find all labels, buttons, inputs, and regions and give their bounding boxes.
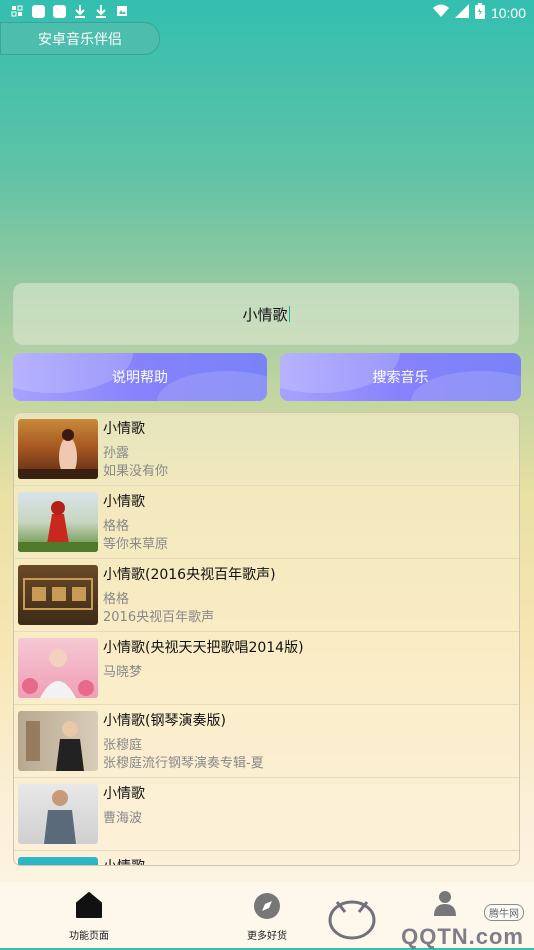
- song-row[interactable]: 小情歌 曹海波: [14, 778, 519, 851]
- song-title: 小情歌(2016央视百年歌声): [103, 567, 276, 583]
- square-icon: [52, 4, 66, 18]
- album-cover: [18, 419, 98, 479]
- search-input[interactable]: 小情歌: [13, 283, 519, 345]
- nav-more-label: 更多好货: [247, 931, 287, 942]
- song-row[interactable]: 小情歌 格格 等你来草原: [14, 486, 519, 559]
- song-row[interactable]: 小情歌 孙露 如果没有你: [14, 413, 519, 486]
- song-artist: 孙露: [103, 446, 130, 461]
- song-row[interactable]: 小情歌(央视天天把歌唱2014版) 马晓梦: [14, 632, 519, 705]
- song-album: 张穆庭流行钢琴演奏专辑-夏: [103, 756, 264, 771]
- song-artist: 格格: [103, 519, 130, 534]
- song-row[interactable]: 小情歌(钢琴演奏版) 张穆庭 张穆庭流行钢琴演奏专辑-夏: [14, 705, 519, 778]
- song-title: 小情歌: [103, 421, 145, 437]
- square-icon: [31, 4, 45, 18]
- song-title: 小情歌(钢琴演奏版): [103, 713, 226, 729]
- image-icon: [115, 4, 129, 18]
- album-cover: [18, 711, 98, 771]
- song-artist: 格格: [103, 592, 130, 607]
- notification-icons: [10, 4, 129, 18]
- watermark: 腾牛网 QQTN.com: [325, 890, 530, 949]
- download-icon: [73, 4, 87, 18]
- status-time: 10:00: [490, 5, 526, 21]
- search-music-button-label: 搜索音乐: [372, 370, 429, 386]
- song-title: 小情歌: [103, 786, 145, 802]
- song-row[interactable]: 小情歌: [14, 851, 519, 865]
- compass-icon: [254, 893, 280, 919]
- song-list[interactable]: 小情歌 孙露 如果没有你 小情歌 格格 等你来草原 小情歌(2016央视百年歌声…: [13, 412, 520, 866]
- download-icon: [94, 4, 108, 18]
- song-artist: 张穆庭: [103, 738, 143, 753]
- song-row[interactable]: 小情歌(2016央视百年歌声) 格格 2016央视百年歌声: [14, 559, 519, 632]
- help-button-label: 说明帮助: [112, 370, 168, 386]
- song-title: 小情歌: [103, 856, 145, 865]
- song-artist: 曹海波: [103, 811, 143, 826]
- watermark-text: QQTN.com: [401, 924, 524, 949]
- status-bar: 10:00: [0, 0, 534, 24]
- screen-icon: [10, 4, 24, 18]
- home-icon: [76, 892, 102, 918]
- search-input-value: 小情歌: [242, 305, 288, 324]
- album-cover: [18, 638, 98, 698]
- album-cover: [18, 784, 98, 844]
- text-caret: [288, 306, 290, 322]
- wifi-icon: [432, 4, 449, 22]
- system-icons: 10:00: [432, 3, 526, 23]
- song-artist: 马晓梦: [103, 665, 143, 680]
- battery-icon: [474, 3, 485, 23]
- search-music-button[interactable]: 搜索音乐: [280, 353, 521, 401]
- help-button[interactable]: 说明帮助: [13, 353, 267, 401]
- album-cover: [18, 565, 98, 625]
- song-album: 等你来草原: [103, 537, 169, 552]
- app-title: 安卓音乐伴侣: [0, 22, 160, 55]
- song-title: 小情歌: [103, 494, 145, 510]
- song-title: 小情歌(央视天天把歌唱2014版): [103, 640, 304, 656]
- watermark-logo-icon: [328, 900, 376, 940]
- album-cover: [18, 492, 98, 552]
- song-album: 2016央视百年歌声: [103, 610, 215, 625]
- watermark-badge: 腾牛网: [484, 904, 524, 921]
- album-cover: [18, 857, 98, 865]
- nav-home-label: 功能页面: [69, 931, 109, 942]
- song-album: 如果没有你: [103, 464, 169, 479]
- signal-icon: [454, 4, 469, 22]
